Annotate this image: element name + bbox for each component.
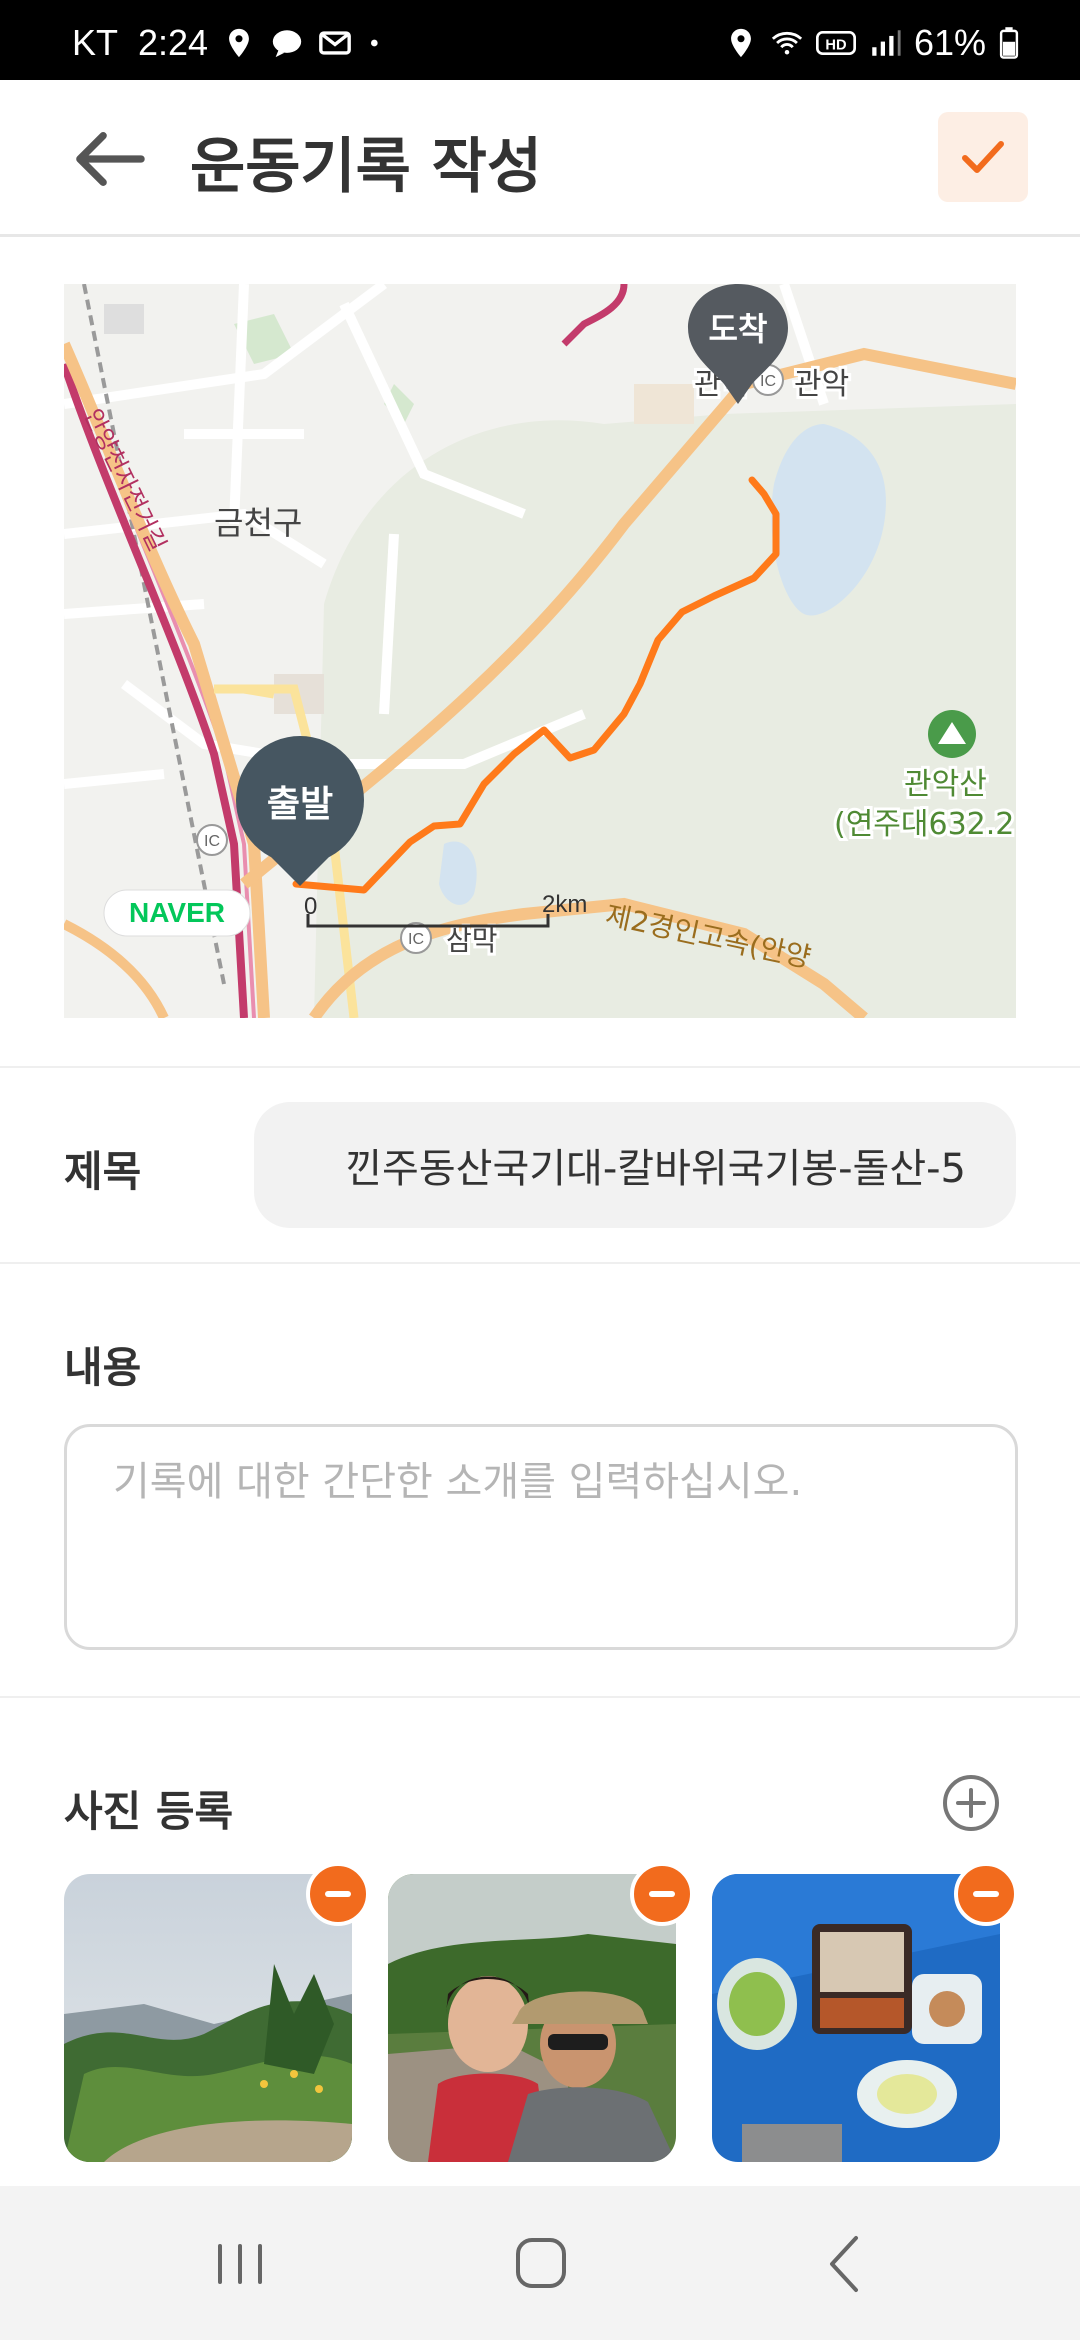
location-icon [229, 28, 250, 58]
ic-badge: IC [204, 833, 220, 850]
add-circle-icon[interactable] [940, 1772, 1002, 1834]
home-icon[interactable] [500, 2226, 580, 2302]
remove-photo-button[interactable] [954, 1862, 1018, 1926]
carrier-label: KT [72, 22, 119, 63]
system-nav-bar [0, 2186, 1080, 2340]
map-label: 관악 [794, 367, 849, 402]
talk-icon [272, 30, 302, 58]
location-icon [731, 28, 751, 58]
divider [0, 1262, 1080, 1264]
photo-thumbnail-picnic[interactable] [712, 1874, 1000, 2162]
hd-icon: HD [815, 31, 856, 55]
recent-apps-icon[interactable] [200, 2226, 280, 2302]
photo-thumbnail-mountain[interactable] [64, 1874, 352, 2162]
end-label: 도착 [709, 310, 768, 348]
divider [0, 1696, 1080, 1698]
remove-photo-button[interactable] [306, 1862, 370, 1926]
title-input[interactable]: 낀주동산국기대-칼바위국기봉-돌산-5 [254, 1102, 1016, 1228]
content-textarea[interactable]: 기록에 대한 간단한 소개를 입력하십시오. [64, 1424, 1018, 1650]
map-label: (연주대632.2 [834, 807, 1014, 842]
map-label: 관악산 [904, 767, 987, 802]
map-canvas: IC IC IC 금천구 관악 관악 관악산 (연주대632.2 삼막 제2경인… [64, 284, 1016, 1018]
naver-logo: NAVER [129, 897, 225, 928]
title-label: 제목 [64, 1147, 142, 1196]
hikers-selfie-photo [388, 1874, 676, 2162]
ic-badge: IC [760, 373, 776, 390]
wifi-icon [771, 31, 803, 55]
route-map[interactable]: IC IC IC 금천구 관악 관악 관악산 (연주대632.2 삼막 제2경인… [64, 284, 1016, 1018]
start-label: 출발 [267, 784, 333, 825]
scale-label: 2km [542, 891, 587, 918]
app-bar: 운동기록 작성 [0, 80, 1080, 237]
arrow-left-icon[interactable] [64, 124, 154, 194]
dot-icon [371, 39, 378, 47]
clock: 2:24 [138, 22, 209, 63]
mail-icon [319, 31, 351, 55]
back-icon[interactable] [804, 2226, 884, 2302]
check-icon [962, 141, 1004, 173]
mountain-view-photo [64, 1874, 352, 2162]
page-title: 운동기록 작성 [190, 132, 543, 202]
map-label: 삼막 [446, 924, 498, 957]
photo-thumbnail-selfie[interactable] [388, 1874, 676, 2162]
remove-photo-button[interactable] [630, 1862, 694, 1926]
picnic-lunch-photo [712, 1874, 1000, 2162]
content-label: 내용 [64, 1343, 142, 1392]
confirm-button[interactable] [938, 112, 1028, 202]
title-input-value: 낀주동산국기대-칼바위국기봉-돌산-5 [345, 1146, 966, 1192]
ic-badge: IC [408, 931, 424, 948]
content-placeholder: 기록에 대한 간단한 소개를 입력하십시오. [113, 1459, 803, 1505]
status-bar: KT 2:24 HD 61% [0, 0, 1080, 80]
photo-label: 사진 등록 [64, 1787, 234, 1836]
battery-percent: 61% [913, 22, 986, 63]
map-label: 금천구 [214, 504, 302, 542]
signal-icon [872, 30, 901, 56]
divider [0, 1066, 1080, 1068]
svg-text:HD: HD [825, 38, 846, 54]
battery-icon [999, 27, 1019, 59]
scale-zero: 0 [304, 893, 317, 920]
